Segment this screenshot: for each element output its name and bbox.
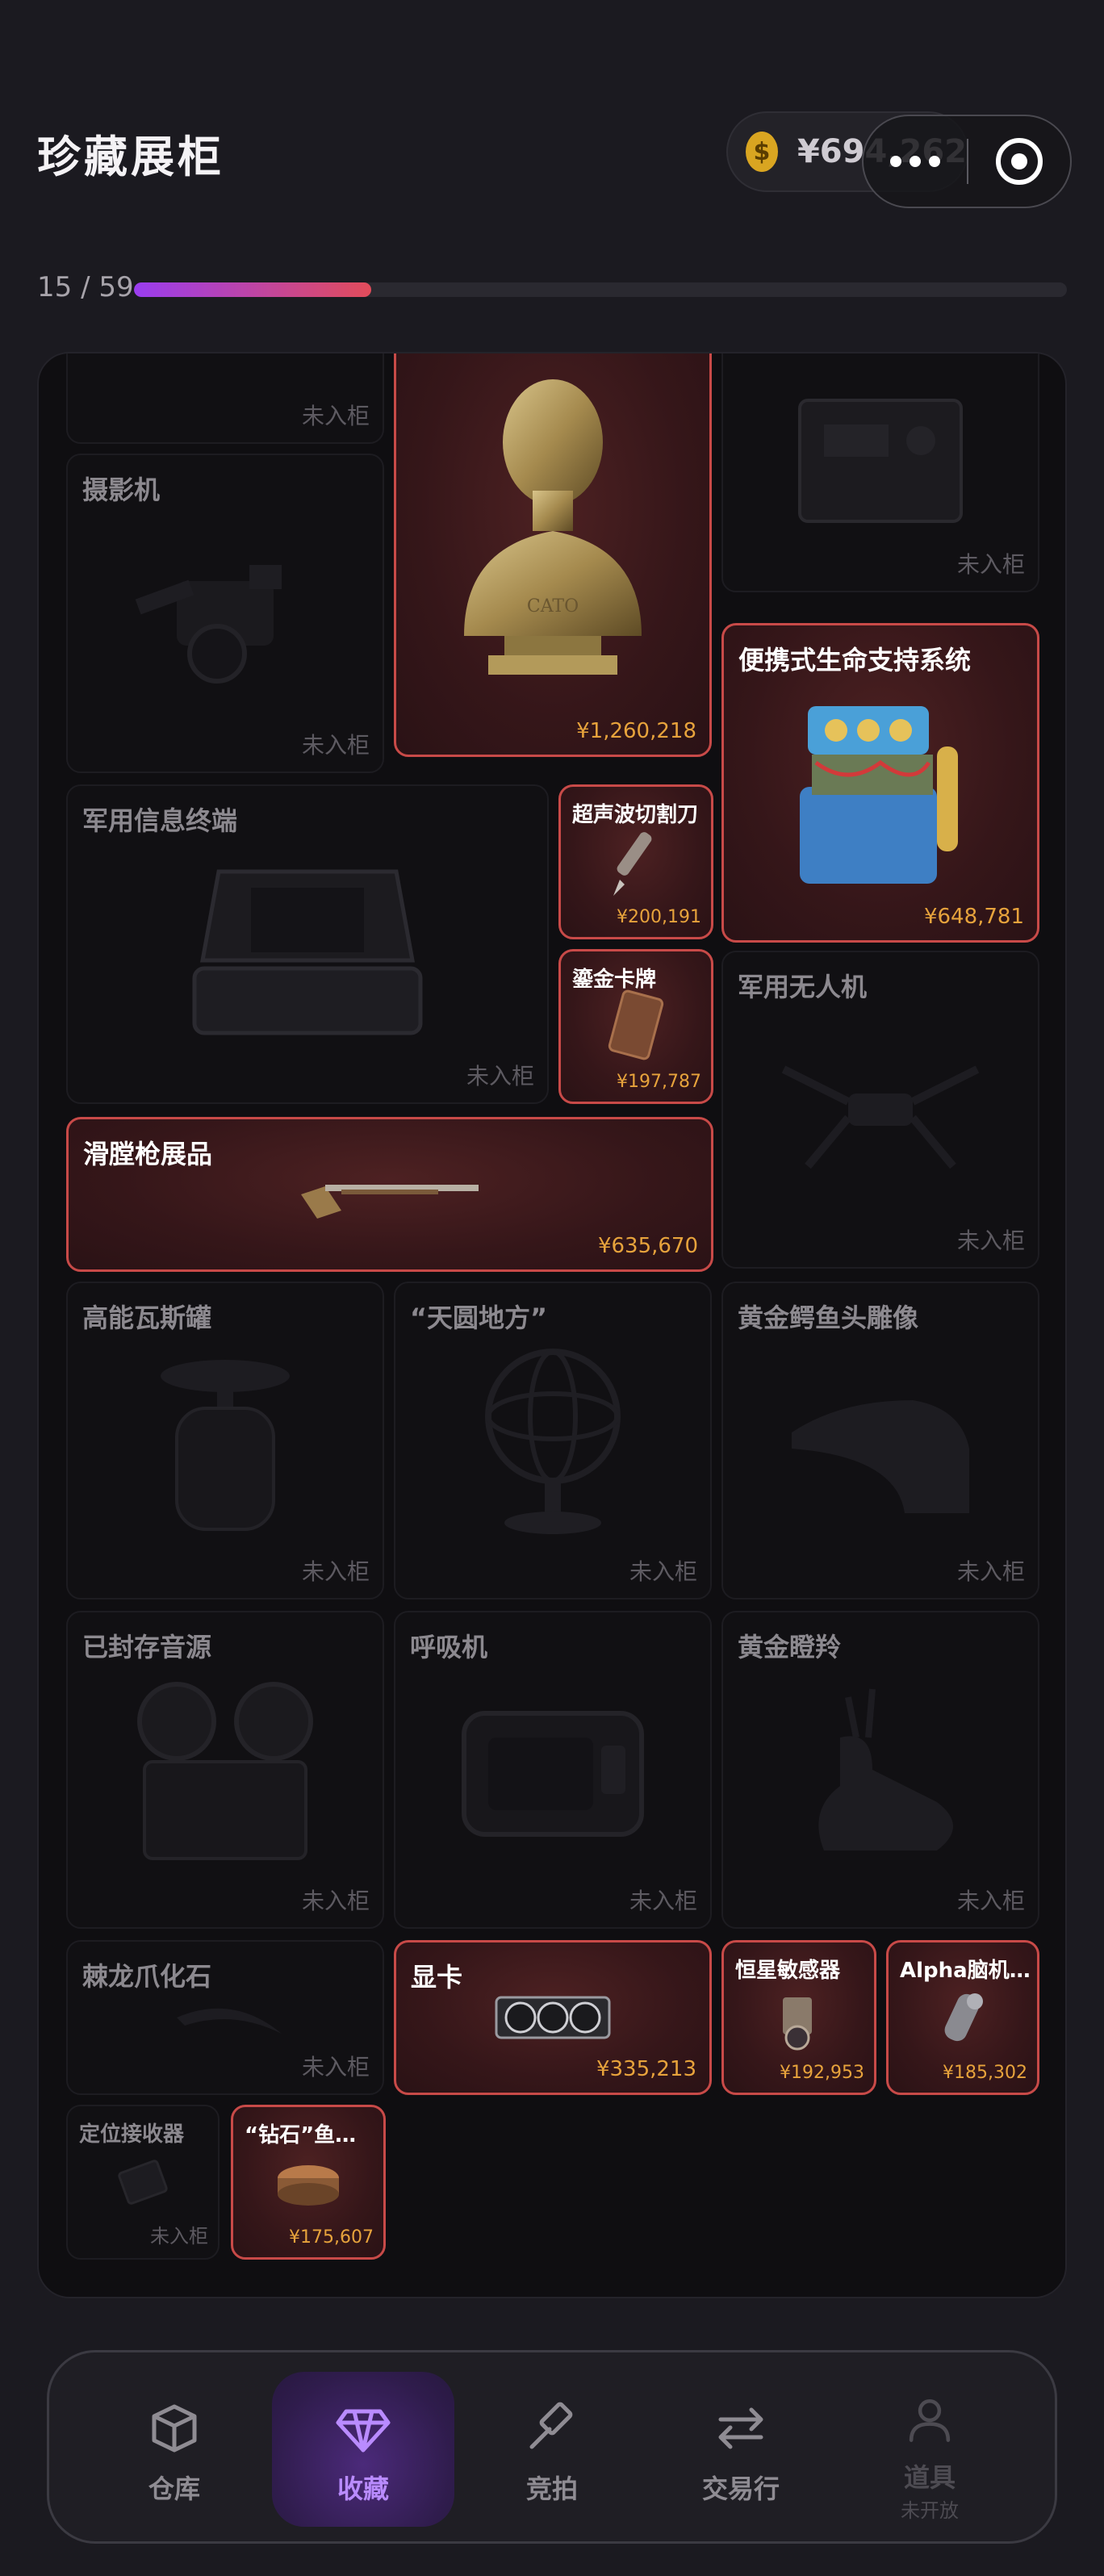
slot-status: 未入柜 <box>956 551 1025 578</box>
respirator-image <box>395 1612 710 1927</box>
box-icon <box>142 2396 207 2461</box>
slot-status: 未入柜 <box>301 2054 370 2080</box>
display-cabinet: 未入柜 CATO ¥1,260,218 未入柜 摄影机 未入柜 便携式生命支持系… <box>37 352 1067 2298</box>
gavel-icon <box>520 2396 584 2461</box>
slot-price: ¥648,781 <box>923 905 1024 929</box>
slot-alpha-brain[interactable]: Alpha脑机… ¥185,302 <box>886 1940 1039 2095</box>
collection-progress-bar <box>134 282 1067 297</box>
mini-program-capsule <box>862 115 1072 208</box>
slot-armillary[interactable]: “天圆地方” 未入柜 <box>394 1282 712 1600</box>
slot-price: ¥192,953 <box>780 2063 864 2083</box>
camera-image <box>68 455 383 772</box>
nav-collection[interactable]: 收藏 <box>272 2372 454 2527</box>
target-icon <box>995 138 1043 185</box>
slot-status: 未入柜 <box>301 732 370 759</box>
slot-status: 未入柜 <box>301 403 370 429</box>
more-menu-button[interactable] <box>864 116 967 207</box>
progress-label: 15 / 59 <box>37 271 134 303</box>
swap-icon <box>709 2396 773 2461</box>
antelope-image <box>723 1612 1038 1927</box>
slot-bust[interactable]: CATO ¥1,260,218 <box>394 353 712 757</box>
slot-price: ¥185,302 <box>943 2063 1027 2083</box>
reel-recorder-image <box>68 1612 383 1927</box>
slot-status: 未入柜 <box>466 1063 534 1089</box>
slot-price: ¥197,787 <box>617 1072 701 1092</box>
header: 珍藏展柜 $ ¥694,262 15 / 59 <box>0 0 1104 339</box>
slot-status: 未入柜 <box>629 1558 697 1585</box>
slot-price: ¥175,607 <box>289 2227 374 2248</box>
slot-price: ¥335,213 <box>596 2057 696 2081</box>
nav-warehouse[interactable]: 仓库 <box>83 2372 266 2527</box>
slot-gilded-card[interactable]: 鎏金卡牌 ¥197,787 <box>558 949 713 1104</box>
slot-military-drone[interactable]: 军用无人机 未入柜 <box>721 951 1039 1269</box>
slot-diamond-fish[interactable]: “钻石”鱼… ¥175,607 <box>231 2105 386 2260</box>
slot-status: 未入柜 <box>150 2225 208 2248</box>
close-target-button[interactable] <box>968 116 1070 207</box>
nav-label: 交易行 <box>701 2474 780 2504</box>
slot-sealed-source[interactable]: 已封存音源 未入柜 <box>66 1611 384 1929</box>
slot-status: 未入柜 <box>956 1888 1025 1914</box>
slot-price: ¥1,260,218 <box>576 719 696 743</box>
slot-raptor-claw[interactable]: 棘龙爪化石 未入柜 <box>66 1940 384 2095</box>
slot-gpu[interactable]: 显卡 ¥335,213 <box>394 1940 712 2095</box>
slot-status: 未入柜 <box>301 1888 370 1914</box>
nav-label: 仓库 <box>148 2474 200 2504</box>
bust-image: CATO <box>396 353 709 755</box>
slot-gas-canister[interactable]: 高能瓦斯罐 未入柜 <box>66 1282 384 1600</box>
slot-status: 未入柜 <box>956 1227 1025 1254</box>
slot-military-terminal[interactable]: 军用信息终端 未入柜 <box>66 784 549 1104</box>
nav-label: 竞拍 <box>525 2474 578 2504</box>
slot-top-left[interactable]: 未入柜 <box>66 353 384 444</box>
progress-fill <box>134 282 371 297</box>
nav-sub-label: 未开放 <box>901 2499 959 2522</box>
slot-top-right[interactable]: 未入柜 <box>721 353 1039 592</box>
slot-croc-head[interactable]: 黄金鳄鱼头雕像 未入柜 <box>721 1282 1039 1600</box>
croc-head-image <box>723 1283 1038 1598</box>
rugged-case-image <box>68 786 547 1102</box>
bottom-nav: 仓库 收藏 竞拍 交易行 道具 未开放 <box>47 2350 1057 2544</box>
slot-life-support[interactable]: 便携式生命支持系统 ¥648,781 <box>721 623 1039 943</box>
slot-price: ¥635,670 <box>597 1234 698 1258</box>
life-support-image <box>724 625 1037 940</box>
nav-props[interactable]: 道具 未开放 <box>838 2372 1021 2527</box>
coin-icon: $ <box>746 132 778 172</box>
slot-respirator[interactable]: 呼吸机 未入柜 <box>394 1611 712 1929</box>
slot-camera[interactable]: 摄影机 未入柜 <box>66 454 384 773</box>
slot-status: 未入柜 <box>956 1558 1025 1585</box>
more-dots-icon <box>890 156 901 167</box>
svg-text:CATO: CATO <box>527 596 579 617</box>
slot-status: 未入柜 <box>629 1888 697 1914</box>
nav-label: 收藏 <box>337 2474 389 2504</box>
slot-locator[interactable]: 定位接收器 未入柜 <box>66 2105 220 2260</box>
slot-star-sensor[interactable]: 恒星敏感器 ¥192,953 <box>721 1940 876 2095</box>
user-icon <box>897 2388 962 2453</box>
slot-price: ¥200,191 <box>617 907 701 927</box>
gas-canister-image <box>68 1283 383 1598</box>
armillary-sphere-image <box>395 1283 710 1598</box>
nav-trade[interactable]: 交易行 <box>650 2372 832 2527</box>
nav-auction[interactable]: 竞拍 <box>461 2372 643 2527</box>
diamond-icon <box>331 2396 395 2461</box>
slot-golden-antelope[interactable]: 黄金瞪羚 未入柜 <box>721 1611 1039 1929</box>
slot-ultrasonic-knife[interactable]: 超声波切割刀 ¥200,191 <box>558 784 713 939</box>
slot-smoothbore[interactable]: 滑膛枪展品 ¥635,670 <box>66 1117 713 1272</box>
slot-status: 未入柜 <box>301 1558 370 1585</box>
page-title: 珍藏展柜 <box>37 132 224 182</box>
nav-label: 道具 <box>903 2462 956 2493</box>
drone-image <box>723 952 1038 1267</box>
